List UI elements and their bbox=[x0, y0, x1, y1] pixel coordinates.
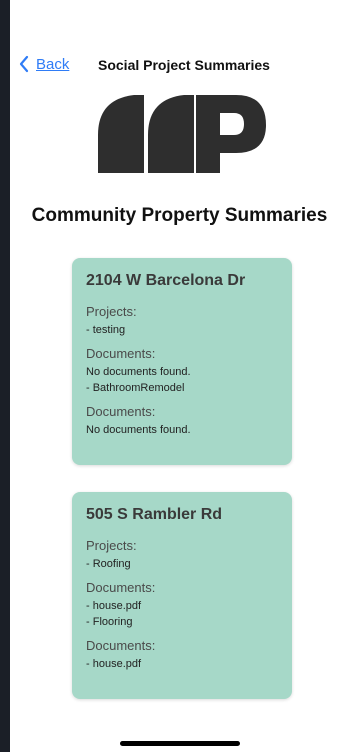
chevron-left-icon bbox=[19, 55, 29, 73]
document-item: - house.pdf bbox=[86, 658, 142, 670]
document-item: No documents found. bbox=[86, 366, 191, 378]
logo-letter-p bbox=[196, 95, 266, 173]
projects-label: Projects: bbox=[86, 304, 137, 319]
nav-title: Social Project Summaries bbox=[98, 57, 270, 73]
property-card: 2104 W Barcelona Dr Projects: - testing … bbox=[72, 258, 292, 465]
home-indicator[interactable] bbox=[120, 741, 240, 746]
back-button[interactable]: Back bbox=[18, 55, 69, 73]
projects-label: Projects: bbox=[86, 538, 137, 553]
property-address: 2104 W Barcelona Dr bbox=[86, 272, 246, 289]
logo-drop-left bbox=[98, 95, 144, 173]
document-item: - BathroomRemodel bbox=[86, 382, 185, 394]
document-item: No documents found. bbox=[86, 424, 191, 436]
documents-label: Documents: bbox=[86, 580, 156, 595]
navigation-bar: Back Social Project Summaries bbox=[10, 52, 349, 78]
property-card: 505 S Rambler Rd Projects: - Roofing Doc… bbox=[72, 492, 292, 699]
logo-drop-middle bbox=[148, 95, 194, 173]
project-item: - testing bbox=[86, 324, 126, 336]
app-screen: Back Social Project Summaries Community … bbox=[10, 0, 349, 752]
document-item: - Flooring bbox=[86, 616, 133, 628]
property-address: 505 S Rambler Rd bbox=[86, 506, 223, 523]
documents-label: Documents: bbox=[86, 404, 156, 419]
project-item: - Roofing bbox=[86, 558, 131, 570]
document-item: - house.pdf bbox=[86, 600, 142, 612]
page-heading: Community Property Summaries bbox=[31, 205, 328, 226]
logo-icon bbox=[98, 95, 266, 173]
documents-label: Documents: bbox=[86, 638, 156, 653]
documents-label: Documents: bbox=[86, 346, 156, 361]
back-label[interactable]: Back bbox=[36, 56, 69, 73]
